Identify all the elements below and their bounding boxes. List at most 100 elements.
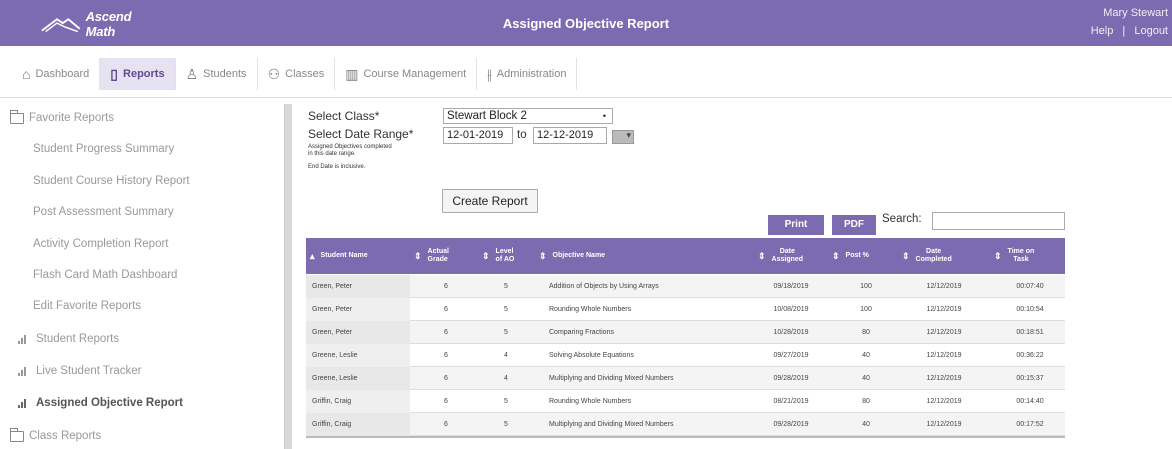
tab-dashboard[interactable]: ⌂ Dashboard — [12, 58, 101, 90]
table-row: Griffin, Craig 6 5 Rounding Whole Numbers 08… — [306, 390, 1065, 413]
cell-objective: Multiplying and Dividing Mixed Numbers — [549, 375, 674, 382]
column-header-student-name[interactable]: ▴ Student Name — [310, 238, 410, 274]
cell-time: 00:10:54 — [1016, 306, 1044, 313]
sidebar-item-label: Favorite Reports — [29, 112, 115, 124]
sidebar-item-student-progress-summary[interactable]: Student Progress Summary — [33, 143, 273, 155]
cell-post: 100 — [860, 283, 872, 290]
sidebar-item-activity-completion[interactable]: Activity Completion Report — [33, 238, 273, 250]
cell-post: 100 — [860, 306, 872, 313]
table-row: Green, Peter 6 5 Rounding Whole Numbers 10/0… — [306, 298, 1065, 321]
cell-grade: 6 — [444, 421, 448, 428]
header-links: Help | Logout — [1085, 25, 1168, 37]
column-header-post-percent[interactable]: ⇕ Post % — [832, 238, 892, 274]
logout-link[interactable]: Logout — [1134, 25, 1168, 37]
cell-objective: Rounding Whole Numbers — [549, 306, 632, 313]
column-header-date-completed[interactable]: ⇕ Date Completed — [902, 238, 982, 274]
tab-classes[interactable]: ⚇ Classes — [258, 58, 336, 90]
cell-grade: 6 — [444, 398, 448, 405]
cell-level: 4 — [504, 352, 508, 359]
column-header-objective-name[interactable]: ⇕ Objective Name — [539, 238, 739, 274]
sort-icon: ▴ — [310, 251, 315, 261]
sidebar-item-label: Class Reports — [29, 430, 102, 442]
user-name: Mary Stewart — [1103, 7, 1168, 19]
cell-completed: 12/12/2019 — [926, 421, 962, 428]
column-header-time-on-task[interactable]: ⇕ Time on Task — [994, 238, 1062, 274]
header-line: Assigned — [771, 256, 804, 263]
header-label: Level of AO — [496, 248, 515, 264]
app-header: Ascend Math Assigned Objective Report Ma… — [0, 0, 1172, 46]
header-line: Level — [495, 248, 514, 255]
sidebar-item-flash-card-dashboard[interactable]: Flash Card Math Dashboard — [33, 269, 273, 281]
class-select[interactable]: Stewart Block 2 • — [443, 108, 613, 124]
cell-completed: 12/12/2019 — [926, 306, 962, 313]
tab-administration[interactable]: ⫲ Administration — [477, 58, 578, 90]
column-header-date-assigned[interactable]: ⇕ Date Assigned — [758, 238, 822, 274]
cell-completed: 12/12/2019 — [926, 283, 962, 290]
dropdown-caret-icon: • — [602, 111, 606, 121]
end-date-input[interactable]: 12-12-2019 — [533, 127, 607, 144]
date-range-picker-button[interactable] — [612, 130, 634, 144]
sidebar-folder-favorite-reports[interactable]: Favorite Reports — [10, 109, 270, 124]
cell-grade: 6 — [444, 329, 448, 336]
print-button[interactable]: Print — [768, 215, 824, 235]
help-link[interactable]: Help — [1091, 25, 1114, 37]
sort-icon: ⇕ — [414, 251, 422, 261]
sort-icon: ⇕ — [902, 251, 910, 261]
header-label: Student Name — [320, 252, 368, 259]
date-range-note: Assigned Objectives completed in this da… — [308, 144, 392, 158]
cell-student: Greene, Leslie — [306, 367, 410, 390]
sidebar-item-post-assessment-summary[interactable]: Post Assessment Summary — [33, 206, 273, 218]
cell-student: Griffin, Craig — [306, 390, 410, 413]
sidebar-item-student-course-history[interactable]: Student Course History Report — [33, 175, 273, 187]
start-date-input[interactable]: 12-01-2019 — [443, 127, 513, 144]
table-row: Greene, Leslie 6 4 Solving Absolute Equatio… — [306, 344, 1065, 367]
cell-completed: 12/12/2019 — [926, 375, 962, 382]
cell-time: 00:14:40 — [1016, 398, 1044, 405]
sidebar-item-student-reports[interactable]: Student Reports — [18, 333, 273, 345]
create-report-button[interactable]: Create Report — [442, 189, 538, 213]
date-range-label: Select Date Range* — [308, 127, 414, 141]
search-input[interactable] — [932, 212, 1065, 230]
cell-time: 00:07:40 — [1016, 283, 1044, 290]
sidebar-item-label: Assigned Objective Report — [36, 397, 183, 409]
column-header-level[interactable]: ⇕ Level of AO — [482, 238, 532, 274]
cell-level: 5 — [504, 306, 508, 313]
sidebar-item-edit-favorite-reports[interactable]: Edit Favorite Reports — [33, 300, 273, 312]
table-row: Greene, Leslie 6 4 Multiplying and Dividing… — [306, 367, 1065, 390]
sort-icon: ⇕ — [482, 251, 490, 261]
sidebar-item-label: Student Progress Summary — [33, 143, 175, 155]
cell-objective: Solving Absolute Equations — [549, 352, 634, 359]
cell-grade: 6 — [444, 283, 448, 290]
cell-assigned: 10/28/2019 — [773, 329, 809, 336]
sidebar-item-label: Activity Completion Report — [33, 238, 169, 250]
inclusive-note: End Date is inclusive. — [308, 164, 366, 170]
column-header-actual-grade[interactable]: ⇕ Actual Grade — [414, 238, 454, 274]
tab-course-management[interactable]: ▥ Course Management — [335, 58, 478, 90]
sidebar-item-assigned-objective-report[interactable]: Assigned Objective Report — [18, 397, 273, 409]
cell-grade: 6 — [444, 306, 448, 313]
header-line: Task — [1013, 256, 1029, 263]
tab-reports[interactable]: ▯ Reports — [100, 58, 176, 90]
sidebar-item-label: Student Course History Report — [33, 175, 190, 187]
folder-icon — [10, 427, 24, 442]
sidebar-item-live-student-tracker[interactable]: Live Student Tracker — [18, 365, 273, 377]
cell-level: 5 — [504, 398, 508, 405]
tab-students[interactable]: ♙ Students — [176, 58, 258, 90]
cell-objective: Multiplying and Dividing Mixed Numbers — [549, 421, 674, 428]
panel-divider[interactable] — [284, 104, 292, 449]
cell-grade: 6 — [444, 375, 448, 382]
link-separator: | — [1122, 25, 1126, 37]
pdf-button[interactable]: PDF — [832, 215, 876, 235]
user-icon: ♙ — [185, 65, 199, 82]
header-line: of AO — [495, 256, 515, 263]
sidebar-item-label: Edit Favorite Reports — [33, 300, 142, 312]
header-line: Date — [926, 248, 942, 255]
sidebar-folder-class-reports[interactable]: Class Reports — [10, 427, 270, 442]
cell-level: 5 — [504, 283, 508, 290]
cell-time: 00:18:51 — [1016, 329, 1044, 336]
cell-post: 40 — [862, 421, 870, 428]
cell-assigned: 10/08/2019 — [773, 306, 809, 313]
table-bottom-border — [306, 436, 1065, 438]
note-line: Assigned Objectives completed — [308, 144, 392, 150]
tab-label: Administration — [496, 68, 567, 80]
